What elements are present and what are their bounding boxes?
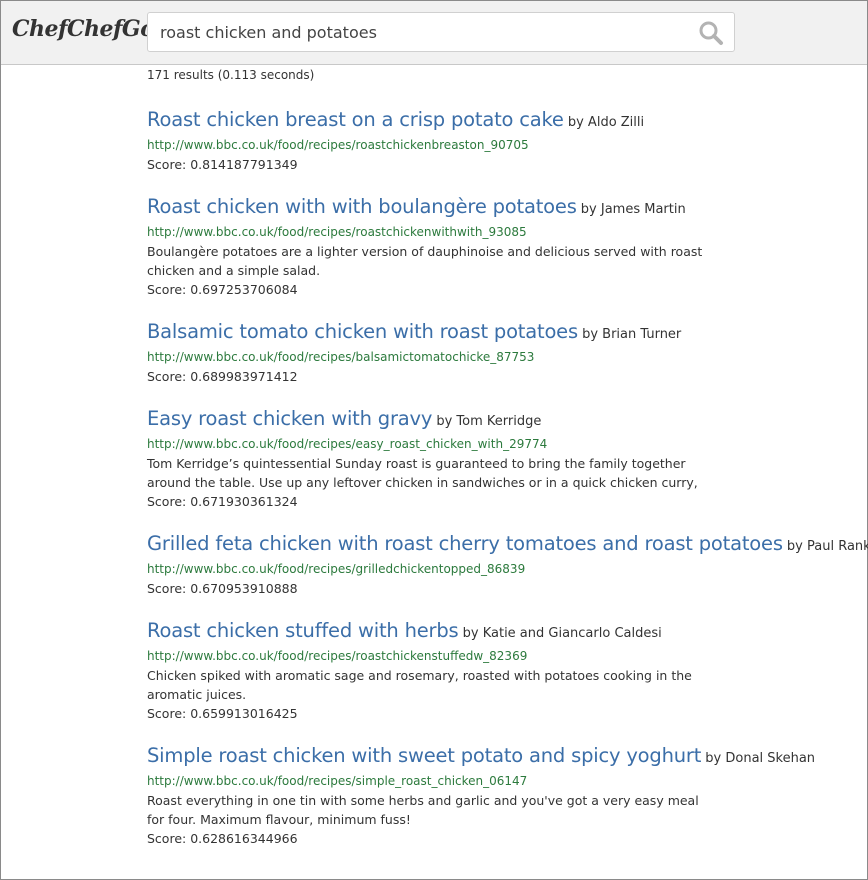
result-url[interactable]: http://www.bbc.co.uk/food/recipes/grille… (147, 559, 862, 579)
result-score: Score: 0.814187791349 (147, 157, 298, 172)
result-item: Grilled feta chicken with roast cherry t… (147, 532, 868, 598)
result-url[interactable]: http://www.bbc.co.uk/food/recipes/simple… (147, 771, 862, 791)
result-url[interactable]: http://www.bbc.co.uk/food/recipes/roastc… (147, 646, 862, 666)
result-title-line: Easy roast chicken with gravy by Tom Ker… (147, 407, 862, 434)
result-item: Balsamic tomato chicken with roast potat… (147, 320, 862, 386)
result-description: Boulangère potatoes are a lighter versio… (147, 244, 703, 278)
result-title-line: Roast chicken with with boulangère potat… (147, 195, 862, 222)
results-stats: 171 results (0.113 seconds) (147, 68, 315, 82)
result-score: Score: 0.628616344966 (147, 831, 298, 846)
result-description: Chicken spiked with aromatic sage and ro… (147, 668, 692, 702)
result-title-link[interactable]: Roast chicken with with boulangère potat… (147, 195, 577, 218)
result-item: Roast chicken with with boulangère potat… (147, 195, 862, 299)
search-input[interactable] (148, 13, 688, 51)
result-title-link[interactable]: Roast chicken stuffed with herbs (147, 619, 459, 642)
result-title-line: Grilled feta chicken with roast cherry t… (147, 532, 868, 559)
result-url[interactable]: http://www.bbc.co.uk/food/recipes/balsam… (147, 347, 862, 367)
result-url[interactable]: http://www.bbc.co.uk/food/recipes/roastc… (147, 135, 862, 155)
result-description: Roast everything in one tin with some he… (147, 793, 699, 827)
result-score: Score: 0.659913016425 (147, 706, 298, 721)
search-box (147, 12, 735, 52)
result-item: Roast chicken breast on a crisp potato c… (147, 108, 862, 174)
result-item: Simple roast chicken with sweet potato a… (147, 744, 862, 848)
result-title-link[interactable]: Roast chicken breast on a crisp potato c… (147, 108, 564, 131)
search-icon (699, 21, 723, 45)
result-title-link[interactable]: Balsamic tomato chicken with roast potat… (147, 320, 578, 343)
result-title-line: Roast chicken stuffed with herbs by Kati… (147, 619, 862, 646)
result-author: by James Martin (580, 202, 686, 217)
result-score: Score: 0.671930361324 (147, 494, 298, 509)
result-score: Score: 0.689983971412 (147, 369, 298, 384)
result-author: by Tom Kerridge (436, 414, 542, 429)
result-score: Score: 0.697253706084 (147, 282, 298, 297)
result-title-line: Balsamic tomato chicken with roast potat… (147, 320, 862, 347)
results-area: 171 results (0.113 seconds) Roast chicke… (147, 67, 868, 848)
result-item: Roast chicken stuffed with herbs by Kati… (147, 619, 862, 723)
result-item: Easy roast chicken with gravy by Tom Ker… (147, 407, 862, 511)
header-bar: ChefChefGo (1, 1, 867, 65)
result-author: by Brian Turner (582, 327, 682, 342)
search-button[interactable] (698, 20, 724, 46)
result-score: Score: 0.670953910888 (147, 581, 298, 596)
result-url[interactable]: http://www.bbc.co.uk/food/recipes/roastc… (147, 222, 862, 242)
result-title-link[interactable]: Grilled feta chicken with roast cherry t… (147, 532, 783, 555)
result-title-line: Simple roast chicken with sweet potato a… (147, 744, 862, 771)
result-title-link[interactable]: Easy roast chicken with gravy (147, 407, 432, 430)
results-list: Roast chicken breast on a crisp potato c… (147, 108, 868, 848)
result-description: Tom Kerridge’s quintessential Sunday roa… (147, 456, 698, 490)
result-title-line: Roast chicken breast on a crisp potato c… (147, 108, 862, 135)
page-frame: ChefChefGo 171 results (0.113 seconds) R… (0, 0, 868, 880)
result-author: by Paul Rankin (786, 539, 868, 554)
result-author: by Katie and Giancarlo Caldesi (462, 626, 662, 641)
result-title-link[interactable]: Simple roast chicken with sweet potato a… (147, 744, 701, 767)
result-url[interactable]: http://www.bbc.co.uk/food/recipes/easy_r… (147, 434, 862, 454)
result-author: by Aldo Zilli (567, 115, 645, 130)
site-logo[interactable]: ChefChefGo (12, 16, 155, 42)
result-author: by Donal Skehan (705, 751, 816, 766)
